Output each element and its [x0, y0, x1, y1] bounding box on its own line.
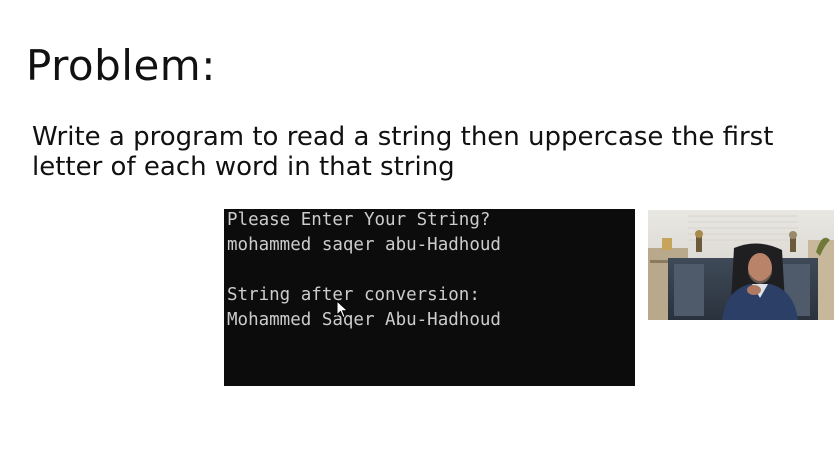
console-output-line: Mohammed Saqer Abu-Hadhoud: [227, 310, 501, 330]
console-input-line: mohammed saqer abu-Hadhoud: [227, 235, 501, 255]
slide-title: Problem:: [26, 41, 216, 90]
presenter-video-icon: [648, 210, 834, 320]
problem-line-2: letter of each word in that string: [32, 152, 455, 182]
mouse-pointer-icon: [336, 300, 349, 319]
console-window: Please Enter Your String? mohammed saqer…: [224, 209, 635, 386]
console-result-label-line: String after conversion:: [227, 285, 480, 305]
presenter-webcam: [648, 210, 834, 320]
slide: Problem: Write a program to read a strin…: [0, 0, 834, 452]
problem-line-1: Write a program to read a string then up…: [32, 122, 774, 152]
problem-statement: Write a program to read a string then up…: [32, 122, 812, 182]
console-prompt-line: Please Enter Your String?: [227, 210, 491, 230]
